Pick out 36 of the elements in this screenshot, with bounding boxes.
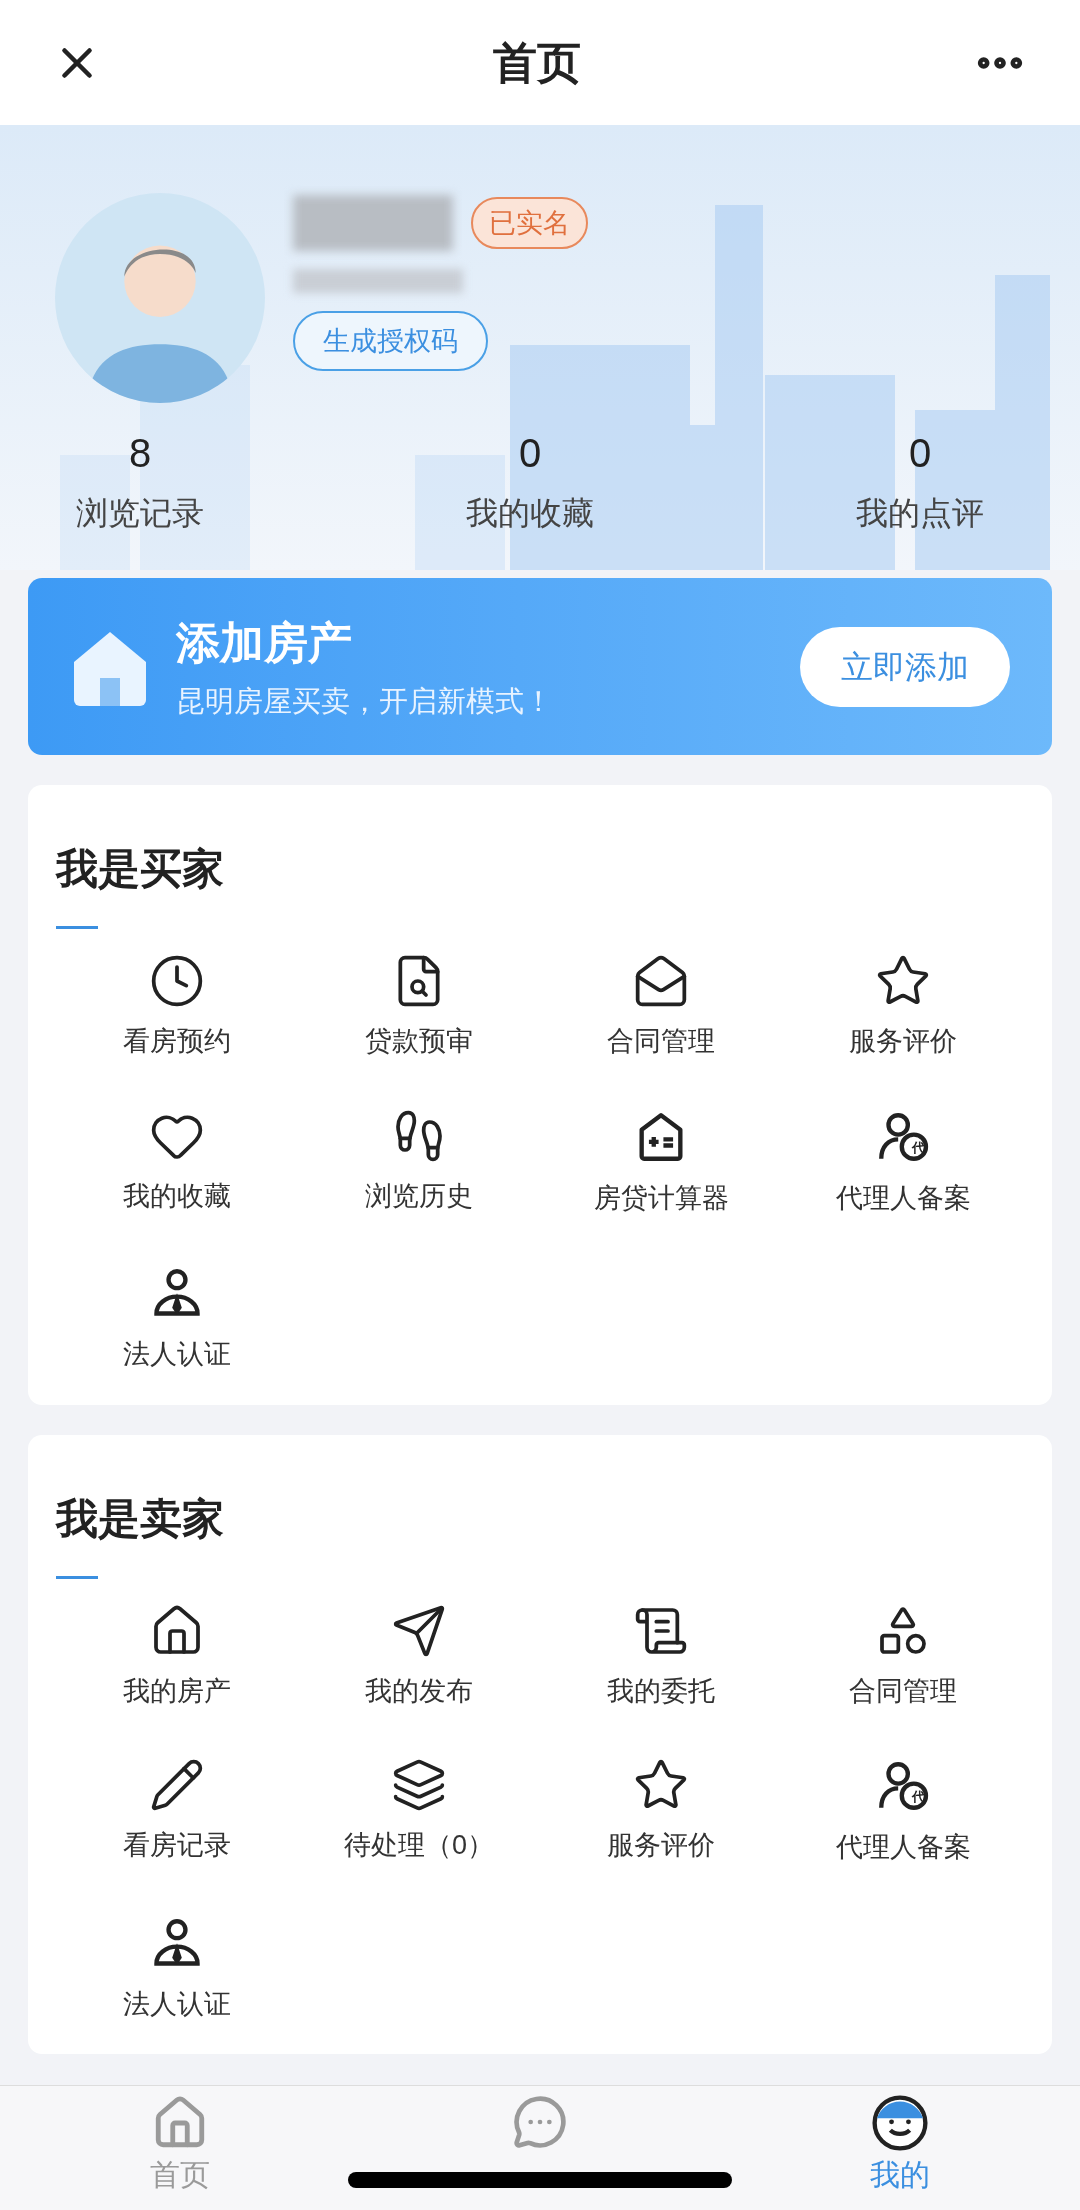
menu-item-label[interactable]: 我的委托: [607, 1670, 715, 1711]
stat-label: 我的收藏: [466, 494, 594, 533]
menu-item-label[interactable]: 代理人备案: [835, 1827, 971, 1868]
page-title: 首页: [493, 36, 581, 89]
menu-item-label[interactable]: 合同管理: [849, 1670, 957, 1711]
menu-item-label[interactable]: 看房记录: [123, 1825, 231, 1866]
menu-item-label[interactable]: 代理人备案: [835, 1177, 971, 1218]
verified-badge: 已实名: [471, 196, 588, 250]
stat-value: 8: [128, 430, 152, 477]
menu-item-label[interactable]: 法人认证: [123, 1334, 231, 1375]
stat-value: 0: [518, 430, 542, 477]
envelope-icon: [633, 953, 689, 1009]
stat-label: 我的点评: [856, 494, 984, 533]
menu-item-label[interactable]: 浏览历史: [365, 1175, 473, 1216]
menu-item-label[interactable]: 待处理（0）: [344, 1825, 494, 1866]
pencil-icon: [149, 1757, 205, 1813]
menu-item-label[interactable]: 法人认证: [123, 1983, 231, 2024]
banner-subtitle: 昆明房屋买卖，开启新模式！: [176, 683, 554, 719]
stat-value: 0: [908, 430, 932, 477]
menu-item-label[interactable]: 看房预约: [123, 1021, 231, 1062]
layers-icon: [391, 1757, 447, 1813]
menu-item-label[interactable]: 合同管理: [607, 1021, 715, 1062]
section-title: 我是卖家: [56, 1493, 225, 1544]
menu-item-label[interactable]: 我的收藏: [123, 1175, 231, 1216]
menu-item-label[interactable]: 我的房产: [123, 1670, 231, 1711]
menu-item-label[interactable]: 贷款预审: [365, 1021, 473, 1062]
banner-title: 添加房产: [176, 616, 353, 669]
menu-item-label[interactable]: 房贷计算器: [593, 1177, 729, 1218]
menu-item-label[interactable]: 服务评价: [849, 1021, 957, 1062]
menu-item-label[interactable]: 我的发布: [365, 1670, 473, 1711]
section-title: 我是买家: [56, 844, 225, 894]
smiley-icon: [871, 2094, 929, 2152]
stat-label: 浏览记录: [76, 494, 204, 533]
clock-icon: [149, 953, 205, 1009]
message-icon: [512, 2094, 568, 2150]
menu-item-label[interactable]: 服务评价: [607, 1825, 715, 1866]
